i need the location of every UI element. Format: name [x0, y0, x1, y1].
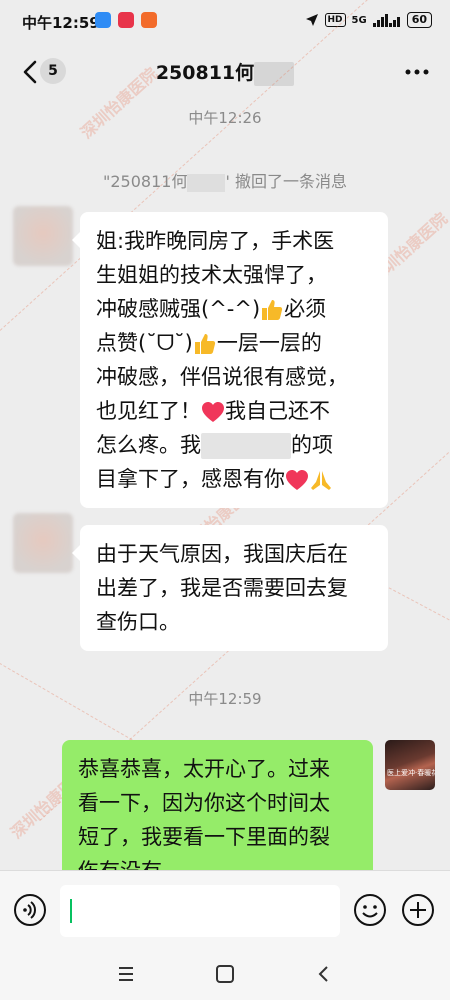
text-cursor [70, 899, 72, 923]
chat-title-text: 250811何 [155, 62, 255, 84]
message-line: 目拿下了，感恩有你 [96, 462, 374, 496]
message-line: 生姐姐的技术太强悍了， [96, 263, 327, 287]
message-text: 必须 [284, 297, 327, 321]
message-bubble-sent[interactable]: 恭喜恭喜，太开心了。过来 看一下，因为你这个时间太 短了，我要看一下里面的裂 伤… [62, 740, 373, 870]
message-line: 冲破感贼强(^-^) 必须 [96, 292, 374, 326]
message-line: 恭喜恭喜，太开心了。过来 [78, 757, 330, 781]
message-text: 冲破感贼强(^-^) [96, 297, 261, 321]
pray-icon [311, 471, 331, 490]
recall-notice: "250811何 ' 撤回了一条消息 [0, 168, 450, 192]
recall-prefix: "250811何 [103, 172, 188, 191]
my-avatar[interactable]: 医上爱冲·春暖花开 [385, 740, 435, 790]
message-text: 目拿下了，感恩有你 [96, 467, 285, 491]
message-text: 我自己还不 [225, 399, 330, 423]
home-icon[interactable] [213, 962, 237, 986]
heart-icon [202, 402, 224, 422]
avatar-caption: 医上爱冲·春暖花开 [387, 769, 435, 777]
message-bubble-received[interactable]: 由于天气原因，我国庆后在 出差了，我是否需要回去复 查伤口。 [72, 525, 388, 651]
message-line: 查伤口。 [96, 610, 180, 634]
app-notification-icon-orange [141, 12, 157, 28]
redacted-text [201, 433, 291, 459]
more-icon[interactable] [402, 58, 432, 86]
app-notification-icon-red [118, 12, 134, 28]
message-line: 也见红了！ 我自己还不 [96, 394, 374, 428]
message-input-bar [0, 870, 450, 950]
chat-header: 5 250811何 [0, 44, 450, 100]
thumbs-up-icon [194, 334, 215, 354]
status-time: 中午12:59 [22, 14, 100, 32]
message-text: 点赞(˘ᗜ˘) [96, 331, 193, 355]
system-navigation-bar [0, 950, 450, 1000]
message-line: 姐:我昨晚同房了，手术医 [96, 229, 335, 253]
status-bar: 中午12:59 HD 5G 60 [0, 0, 450, 44]
battery-indicator: 60 [406, 12, 432, 28]
emoji-icon[interactable] [353, 893, 387, 927]
message-bubble-received[interactable]: 姐:我昨晚同房了，手术医 生姐姐的技术太强悍了， 冲破感贼强(^-^) 必须 点赞… [72, 212, 388, 508]
chat-title: 250811何 [0, 58, 450, 86]
redacted-name [187, 173, 226, 192]
app-notification-icon-blue [95, 12, 111, 28]
network-label: 5G [351, 14, 367, 26]
message-text: 也见红了！ [96, 399, 201, 423]
message-line: 出差了，我是否需要回去复 [96, 576, 348, 600]
thumbs-up-icon [262, 300, 283, 320]
plus-icon[interactable] [401, 893, 435, 927]
menu-icon[interactable] [114, 962, 138, 986]
message-line: 看一下，因为你这个时间太 [78, 791, 330, 815]
status-app-icons [95, 12, 157, 28]
timestamp: 中午12:26 [188, 109, 262, 127]
message-line: 伤有没有 [78, 854, 359, 870]
recall-suffix: ' 撤回了一条消息 [225, 172, 347, 191]
message-line: 短了，我要看一下里面的裂 [78, 825, 330, 849]
timestamp: 中午12:59 [188, 690, 262, 708]
message-input[interactable] [60, 885, 340, 937]
location-arrow-icon [305, 14, 318, 26]
signal-icon [372, 14, 400, 27]
message-line: 点赞(˘ᗜ˘) 一层一层的 [96, 326, 374, 360]
voice-icon[interactable] [13, 893, 47, 927]
heart-icon [286, 470, 308, 490]
back-nav-icon[interactable] [312, 962, 336, 986]
message-text: 的项 [291, 433, 333, 457]
message-text: 一层一层的 [216, 331, 322, 355]
message-line: 冲破感，伴侣说很有感觉， [96, 365, 348, 389]
message-line: 怎么疼。我 的项 [96, 428, 374, 462]
message-line: 由于天气原因，我国庆后在 [96, 542, 348, 566]
contact-avatar[interactable] [13, 206, 73, 266]
status-indicators: HD 5G 60 [305, 12, 432, 28]
message-text: 怎么疼。我 [96, 433, 201, 457]
contact-avatar[interactable] [13, 513, 73, 573]
